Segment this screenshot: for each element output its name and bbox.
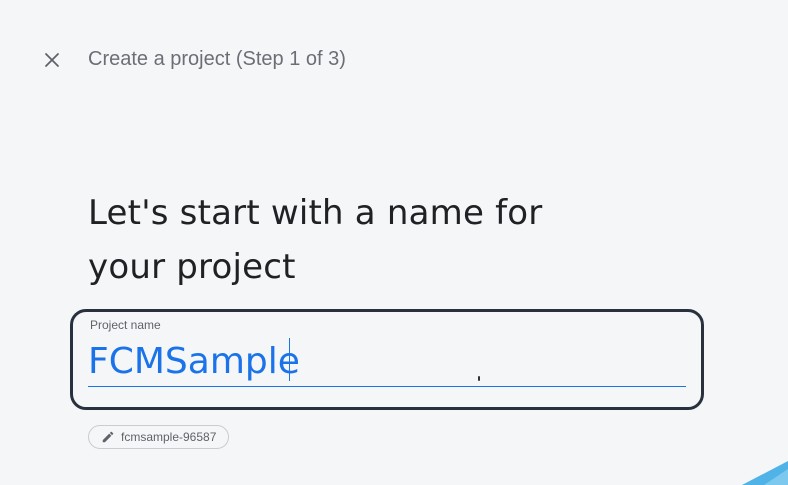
close-icon[interactable] xyxy=(44,52,60,68)
project-id-text: fcmsample-96587 xyxy=(121,430,217,444)
page-headline: Let's start with a name for your project xyxy=(88,186,608,294)
close-button[interactable] xyxy=(38,46,66,74)
project-name-label: Project name xyxy=(90,318,161,332)
mouse-cursor xyxy=(478,376,480,381)
project-id-chip[interactable]: fcmsample-96587 xyxy=(88,425,230,449)
step-title: Create a project (Step 1 of 3) xyxy=(88,48,346,70)
project-name-input[interactable] xyxy=(88,336,686,387)
pencil-icon xyxy=(102,431,114,443)
text-caret xyxy=(289,338,290,381)
headline-line-1: Let's start with a name for xyxy=(88,193,543,233)
corner-decoration xyxy=(742,461,788,485)
headline-line-2: your project xyxy=(88,247,296,287)
create-project-page: Create a project (Step 1 of 3) Let's sta… xyxy=(0,0,788,485)
